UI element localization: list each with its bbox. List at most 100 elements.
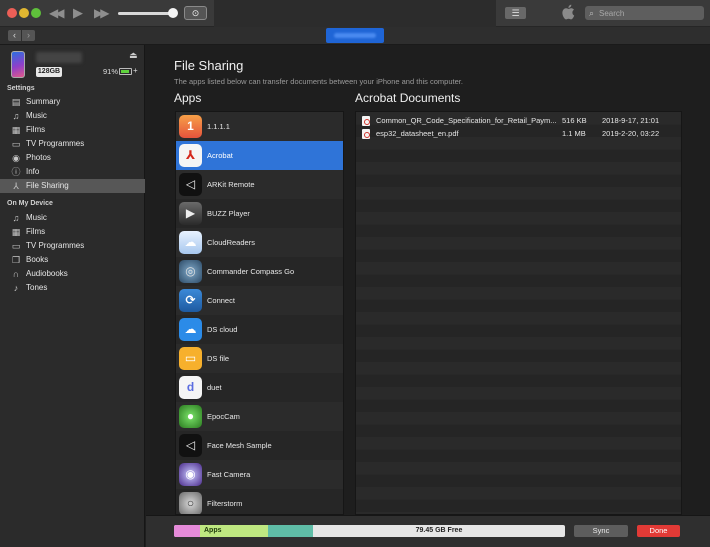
rewind-icon[interactable]: ◀◀ — [49, 5, 65, 21]
app-icon: ◁ — [179, 434, 202, 457]
back-button[interactable]: ‹ — [8, 30, 21, 41]
search-field[interactable]: ⌕ — [585, 6, 704, 20]
sidebar-item-music[interactable]: ♫ Music — [0, 109, 145, 123]
volume-slider[interactable] — [118, 12, 173, 15]
app-row[interactable]: ⟳ Connect — [176, 286, 343, 315]
app-label: Fast Camera — [207, 470, 251, 479]
app-row[interactable]: ☁ DS cloud — [176, 315, 343, 344]
app-row[interactable]: ▶ BUZZ Player — [176, 199, 343, 228]
sidebar-item-label: Summary — [26, 97, 61, 106]
settings-section-header: Settings — [7, 85, 35, 92]
info-icon: ⓘ — [11, 167, 21, 177]
sidebar-item-tv-programmes[interactable]: ▭ TV Programmes — [0, 239, 145, 253]
pdf-file-icon — [362, 116, 370, 126]
documents-list[interactable]: Common_QR_Code_Specification_for_Retail_… — [355, 111, 682, 515]
page-subtitle: The apps listed below can transfer docum… — [174, 77, 463, 86]
zoom-window-button[interactable] — [31, 8, 41, 18]
app-label: DS file — [207, 354, 230, 363]
chevron-right-icon: › — [27, 30, 30, 40]
app-label: Filterstorm — [207, 499, 243, 508]
sidebar-item-audiobooks[interactable]: ∩ Audiobooks — [0, 267, 145, 281]
app-label: Face Mesh Sample — [207, 441, 272, 450]
app-row[interactable]: ◁ ARKit Remote — [176, 170, 343, 199]
app-row[interactable]: d duet — [176, 373, 343, 402]
app-row[interactable]: ○ Filterstorm — [176, 489, 343, 514]
minimize-window-button[interactable] — [19, 8, 29, 18]
file-sharing-icon: ⅄ — [13, 181, 19, 191]
volume-slider-knob[interactable] — [168, 8, 178, 18]
device-summary[interactable]: ⏏ 128GB 91% + — [0, 45, 145, 82]
close-window-button[interactable] — [7, 8, 17, 18]
app-row[interactable]: ● EpocCam — [176, 402, 343, 431]
eject-icon[interactable]: ⏏ — [129, 50, 138, 61]
device-button[interactable] — [326, 28, 384, 43]
storage-segment-other — [268, 525, 313, 537]
app-label: 1.1.1.1 — [207, 122, 230, 131]
storage-capacity-bar: Apps 79.45 GB Free — [174, 525, 565, 537]
sidebar-item-summary[interactable]: ▤ Summary — [0, 95, 145, 109]
sidebar-item-films[interactable]: ▦ Films — [0, 123, 145, 137]
app-row[interactable]: ⅄ Acrobat — [176, 141, 343, 170]
sidebar-item-label: Tones — [26, 283, 48, 292]
storage-free-label: 79.45 GB Free — [415, 527, 463, 534]
document-row[interactable]: esp32_datasheet_en.pdf 1.1 MB 2019-2-20, 0… — [356, 128, 681, 140]
music-note-icon: ♫ — [12, 213, 20, 223]
sync-button[interactable]: Sync — [574, 525, 628, 537]
app-icon: ○ — [179, 492, 202, 514]
app-icon: d — [179, 376, 202, 399]
app-icon: ⅄ — [179, 144, 202, 167]
airplay-icon[interactable]: ⊙ — [184, 6, 207, 20]
storage-segment-photos — [174, 525, 200, 537]
sidebar-item-file-sharing[interactable]: ⅄ File Sharing — [0, 179, 145, 193]
app-icon: ◉ — [179, 463, 202, 486]
sidebar-item-info[interactable]: ⓘ Info — [0, 165, 145, 179]
app-row[interactable]: 1 1.1.1.1 — [176, 112, 343, 141]
play-icon[interactable]: ▶ — [73, 5, 83, 21]
tv-icon: ▭ — [11, 241, 21, 251]
sidebar-item-tones[interactable]: ♪ Tones — [0, 281, 145, 295]
app-label: duet — [207, 383, 222, 392]
app-label: CloudReaders — [207, 238, 255, 247]
sidebar-item-label: Films — [26, 227, 46, 236]
apps-list[interactable]: 1 1.1.1.1 ⅄ Acrobat ◁ ARKit Remote ▶ BUZZ Playe… — [175, 111, 344, 515]
film-icon: ▦ — [11, 227, 21, 237]
document-size: 1.1 MB — [562, 128, 586, 138]
app-label: Commander Compass Go — [207, 267, 295, 276]
headphones-icon: ∩ — [12, 269, 20, 279]
document-row[interactable]: Common_QR_Code_Specification_for_Retail_… — [356, 115, 681, 127]
battery-fill — [121, 70, 130, 73]
list-view-icon[interactable]: ☰ — [505, 7, 526, 19]
navigation-bar: ‹ › — [0, 27, 710, 45]
app-label: DS cloud — [207, 325, 238, 334]
app-row[interactable]: ◉ Fast Camera — [176, 460, 343, 489]
battery-icon — [119, 68, 132, 75]
chevron-left-icon: ‹ — [13, 30, 16, 40]
sidebar-item-label: Books — [26, 255, 49, 264]
document-date: 2019-2-20, 03:22 — [602, 128, 660, 138]
summary-icon: ▤ — [11, 97, 21, 107]
app-row[interactable]: ▭ DS file — [176, 344, 343, 373]
search-icon: ⌕ — [589, 8, 595, 18]
search-input[interactable] — [599, 6, 699, 20]
sidebar-item-label: File Sharing — [26, 181, 69, 190]
sidebar-item-books[interactable]: ❒ Books — [0, 253, 145, 267]
sidebar-item-photos[interactable]: ◉ Photos — [0, 151, 145, 165]
forward-button[interactable]: › — [22, 30, 35, 41]
app-row[interactable]: ◎ Commander Compass Go — [176, 257, 343, 286]
app-row[interactable]: ☁ CloudReaders — [176, 228, 343, 257]
title-bar: ◀◀ ▶ ▶▶ ⊙ ☰ ⌕ — [0, 0, 710, 27]
app-label: EpocCam — [207, 412, 240, 421]
sidebar-item-music[interactable]: ♫ Music — [0, 211, 145, 225]
sidebar-item-label: Music — [26, 111, 47, 120]
battery-percentage: 91% — [103, 67, 119, 76]
done-button[interactable]: Done — [637, 525, 680, 537]
apps-heading: Apps — [174, 91, 202, 105]
sidebar: ⏏ 128GB 91% + Settings ▤ Summary ♫ Music ▦ Fi… — [0, 45, 145, 547]
camera-icon: ◉ — [12, 153, 20, 163]
app-row[interactable]: ◁ Face Mesh Sample — [176, 431, 343, 460]
document-name: esp32_datasheet_en.pdf — [376, 128, 459, 138]
sidebar-item-tv-programmes[interactable]: ▭ TV Programmes — [0, 137, 145, 151]
app-icon: ◁ — [179, 173, 202, 196]
fast-forward-icon[interactable]: ▶▶ — [94, 5, 110, 21]
sidebar-item-films[interactable]: ▦ Films — [0, 225, 145, 239]
